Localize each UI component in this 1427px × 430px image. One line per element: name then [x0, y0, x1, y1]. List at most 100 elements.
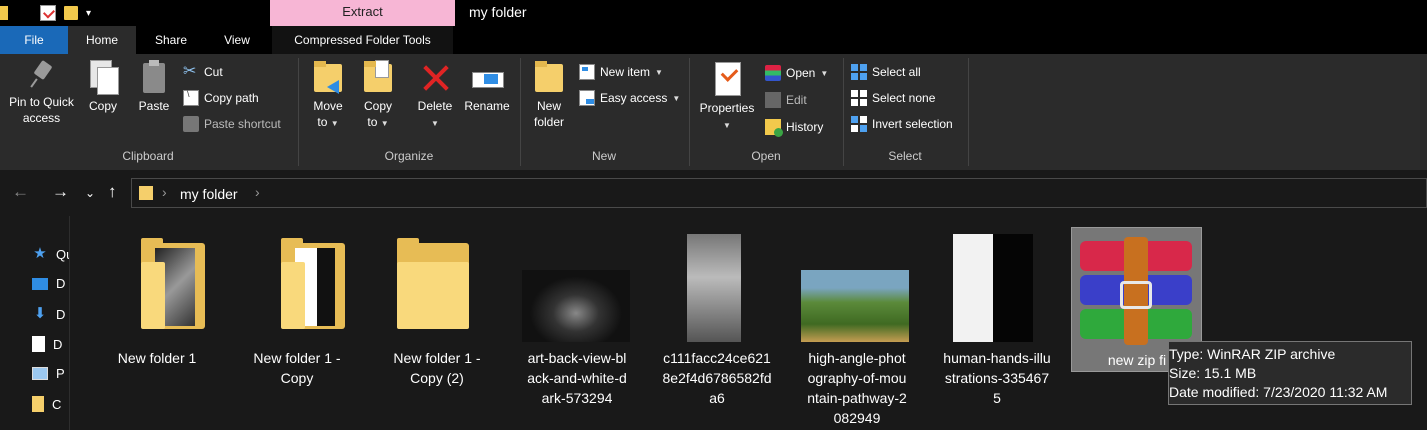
file-name-line: 8e2f4d6786582fd: [662, 370, 772, 386]
cut-button[interactable]: Cut: [183, 61, 223, 81]
paste-shortcut-icon: [183, 116, 199, 132]
download-arrow-icon: ⬇: [33, 305, 47, 322]
chevron-down-icon: ▼: [820, 68, 829, 78]
file-item[interactable]: New folder 1 - Copy: [237, 228, 357, 388]
invert-selection-icon: [851, 116, 867, 132]
copy-path-button[interactable]: Copy path: [183, 89, 259, 106]
file-item[interactable]: New folder 1 - Copy (2): [377, 228, 497, 388]
up-arrow-icon[interactable]: ↑: [108, 182, 117, 202]
chevron-right-icon[interactable]: ›: [162, 184, 167, 200]
winrar-icon: [765, 65, 781, 81]
file-item[interactable]: c111facc24ce621 8e2f4d6786582fd a6: [657, 228, 777, 408]
history-label: History: [786, 120, 824, 134]
tab-share[interactable]: Share: [140, 26, 202, 54]
file-item[interactable]: high-angle-phot ography-of-mou ntain-pat…: [797, 228, 917, 428]
file-name-line: ntain-pathway-2: [807, 390, 907, 406]
nav-item-documents[interactable]: D: [32, 336, 62, 352]
file-name-line: 082949: [833, 410, 881, 426]
new-item-label: New item: [600, 65, 651, 79]
copy-to-icon: [363, 60, 393, 94]
rename-button[interactable]: Rename: [462, 60, 512, 114]
file-item[interactable]: New folder 1: [97, 228, 217, 368]
nav-item-pictures[interactable]: P: [32, 366, 65, 381]
folder-icon: [377, 228, 497, 348]
select-none-button[interactable]: Select none: [851, 90, 935, 106]
tooltip-type: Type: WinRAR ZIP archive: [1169, 346, 1336, 362]
chevron-right-icon[interactable]: ›: [255, 184, 260, 200]
new-item-button[interactable]: New item ▼: [579, 64, 663, 80]
easy-access-label: Easy access: [600, 91, 668, 105]
new-folder-label-line2: folder: [533, 115, 565, 129]
pin-icon: [27, 60, 57, 90]
new-folder-button[interactable]: New folder: [528, 60, 570, 130]
paste-label: Paste: [138, 99, 170, 113]
file-name-line: ark-573294: [541, 390, 613, 406]
paste-shortcut-button[interactable]: Paste shortcut: [183, 116, 281, 132]
group-label-organize: Organize: [384, 149, 434, 163]
folder-icon: [32, 396, 44, 412]
edit-button[interactable]: Edit: [765, 92, 807, 108]
nav-item-label: D: [56, 276, 66, 291]
star-icon: ★: [33, 245, 47, 262]
file-name-line: strations-335467: [944, 370, 1050, 386]
customize-toolbar-chevron-icon[interactable]: ▾: [86, 8, 91, 19]
copy-path-label: Copy path: [204, 91, 259, 105]
file-item[interactable]: human-hands-illu strations-335467 5: [937, 228, 1057, 408]
quick-access-toolbar: ▾: [0, 0, 91, 26]
history-button[interactable]: History: [765, 119, 824, 137]
properties-button[interactable]: Properties ▼: [696, 60, 758, 134]
pin-to-quick-access-button[interactable]: Pin to Quick access: [4, 60, 79, 126]
address-bar[interactable]: › my folder ›: [131, 178, 1427, 208]
copy-to-button[interactable]: Copy to ▼: [358, 60, 398, 132]
nav-item-downloads[interactable]: ⬇ D: [32, 305, 66, 322]
forward-arrow-icon[interactable]: →: [52, 182, 69, 202]
navigation-bar: ← → ⌄ ↑ › my folder ›: [0, 170, 1427, 216]
tab-compressed-folder-tools[interactable]: Compressed Folder Tools: [272, 26, 453, 54]
folder-icon[interactable]: [0, 6, 8, 20]
ribbon: Pin to Quick access Copy Paste Cut Copy …: [0, 54, 1427, 170]
file-name-line: high-angle-phot: [808, 350, 906, 366]
new-folder-icon[interactable]: [64, 6, 78, 20]
copy-to-label-line1: Copy: [363, 99, 392, 113]
move-to-icon: [313, 60, 343, 94]
winrar-archive-icon: [1080, 237, 1192, 345]
tab-home[interactable]: Home: [68, 26, 136, 54]
chevron-down-icon: ▼: [723, 121, 731, 130]
document-icon: [32, 336, 45, 352]
properties-icon[interactable]: [40, 5, 56, 21]
chevron-down-icon: ▼: [330, 119, 339, 128]
image-thumbnail: [937, 228, 1057, 348]
pin-label-line2: access: [22, 111, 61, 125]
copy-button[interactable]: Copy: [84, 60, 122, 114]
file-name-line: New folder 1 -: [393, 350, 481, 366]
nav-item-quick-access[interactable]: ★ Qu: [32, 245, 69, 262]
edit-label: Edit: [786, 93, 807, 107]
easy-access-button[interactable]: Easy access ▼: [579, 90, 680, 106]
file-name-line: 5: [993, 390, 1001, 406]
file-name-line: art-back-view-bl: [527, 350, 627, 366]
file-name-line: Copy: [280, 370, 314, 386]
new-item-icon: [579, 64, 595, 80]
nav-item-folder[interactable]: C: [32, 396, 61, 412]
move-to-button[interactable]: Move to ▼: [308, 60, 348, 132]
invert-selection-button[interactable]: Invert selection: [851, 116, 953, 132]
nav-item-desktop[interactable]: D: [32, 276, 65, 291]
tab-file[interactable]: File: [0, 26, 68, 54]
copy-path-icon: [183, 89, 199, 106]
file-item[interactable]: art-back-view-bl ack-and-white-d ark-573…: [517, 228, 637, 408]
chevron-down-icon: ▼: [431, 119, 439, 128]
tab-view[interactable]: View: [206, 26, 268, 54]
file-name-line: a6: [709, 390, 725, 406]
open-button[interactable]: Open ▼: [765, 65, 828, 81]
pictures-icon: [32, 367, 48, 380]
file-name-line: ack-and-white-d: [527, 370, 627, 386]
tooltip-date-modified: Date modified: 7/23/2020 11:32 AM: [1169, 384, 1388, 400]
scissors-icon: [183, 61, 199, 81]
delete-button[interactable]: Delete ▼: [414, 60, 456, 132]
select-all-button[interactable]: Select all: [851, 64, 921, 80]
ribbon-tabs: File Home Share View Compressed Folder T…: [0, 26, 1427, 54]
paste-button[interactable]: Paste: [134, 60, 174, 114]
breadcrumb-my-folder[interactable]: my folder: [180, 186, 238, 202]
recent-locations-chevron-icon[interactable]: ⌄: [85, 186, 95, 200]
back-arrow-icon[interactable]: ←: [12, 182, 29, 202]
